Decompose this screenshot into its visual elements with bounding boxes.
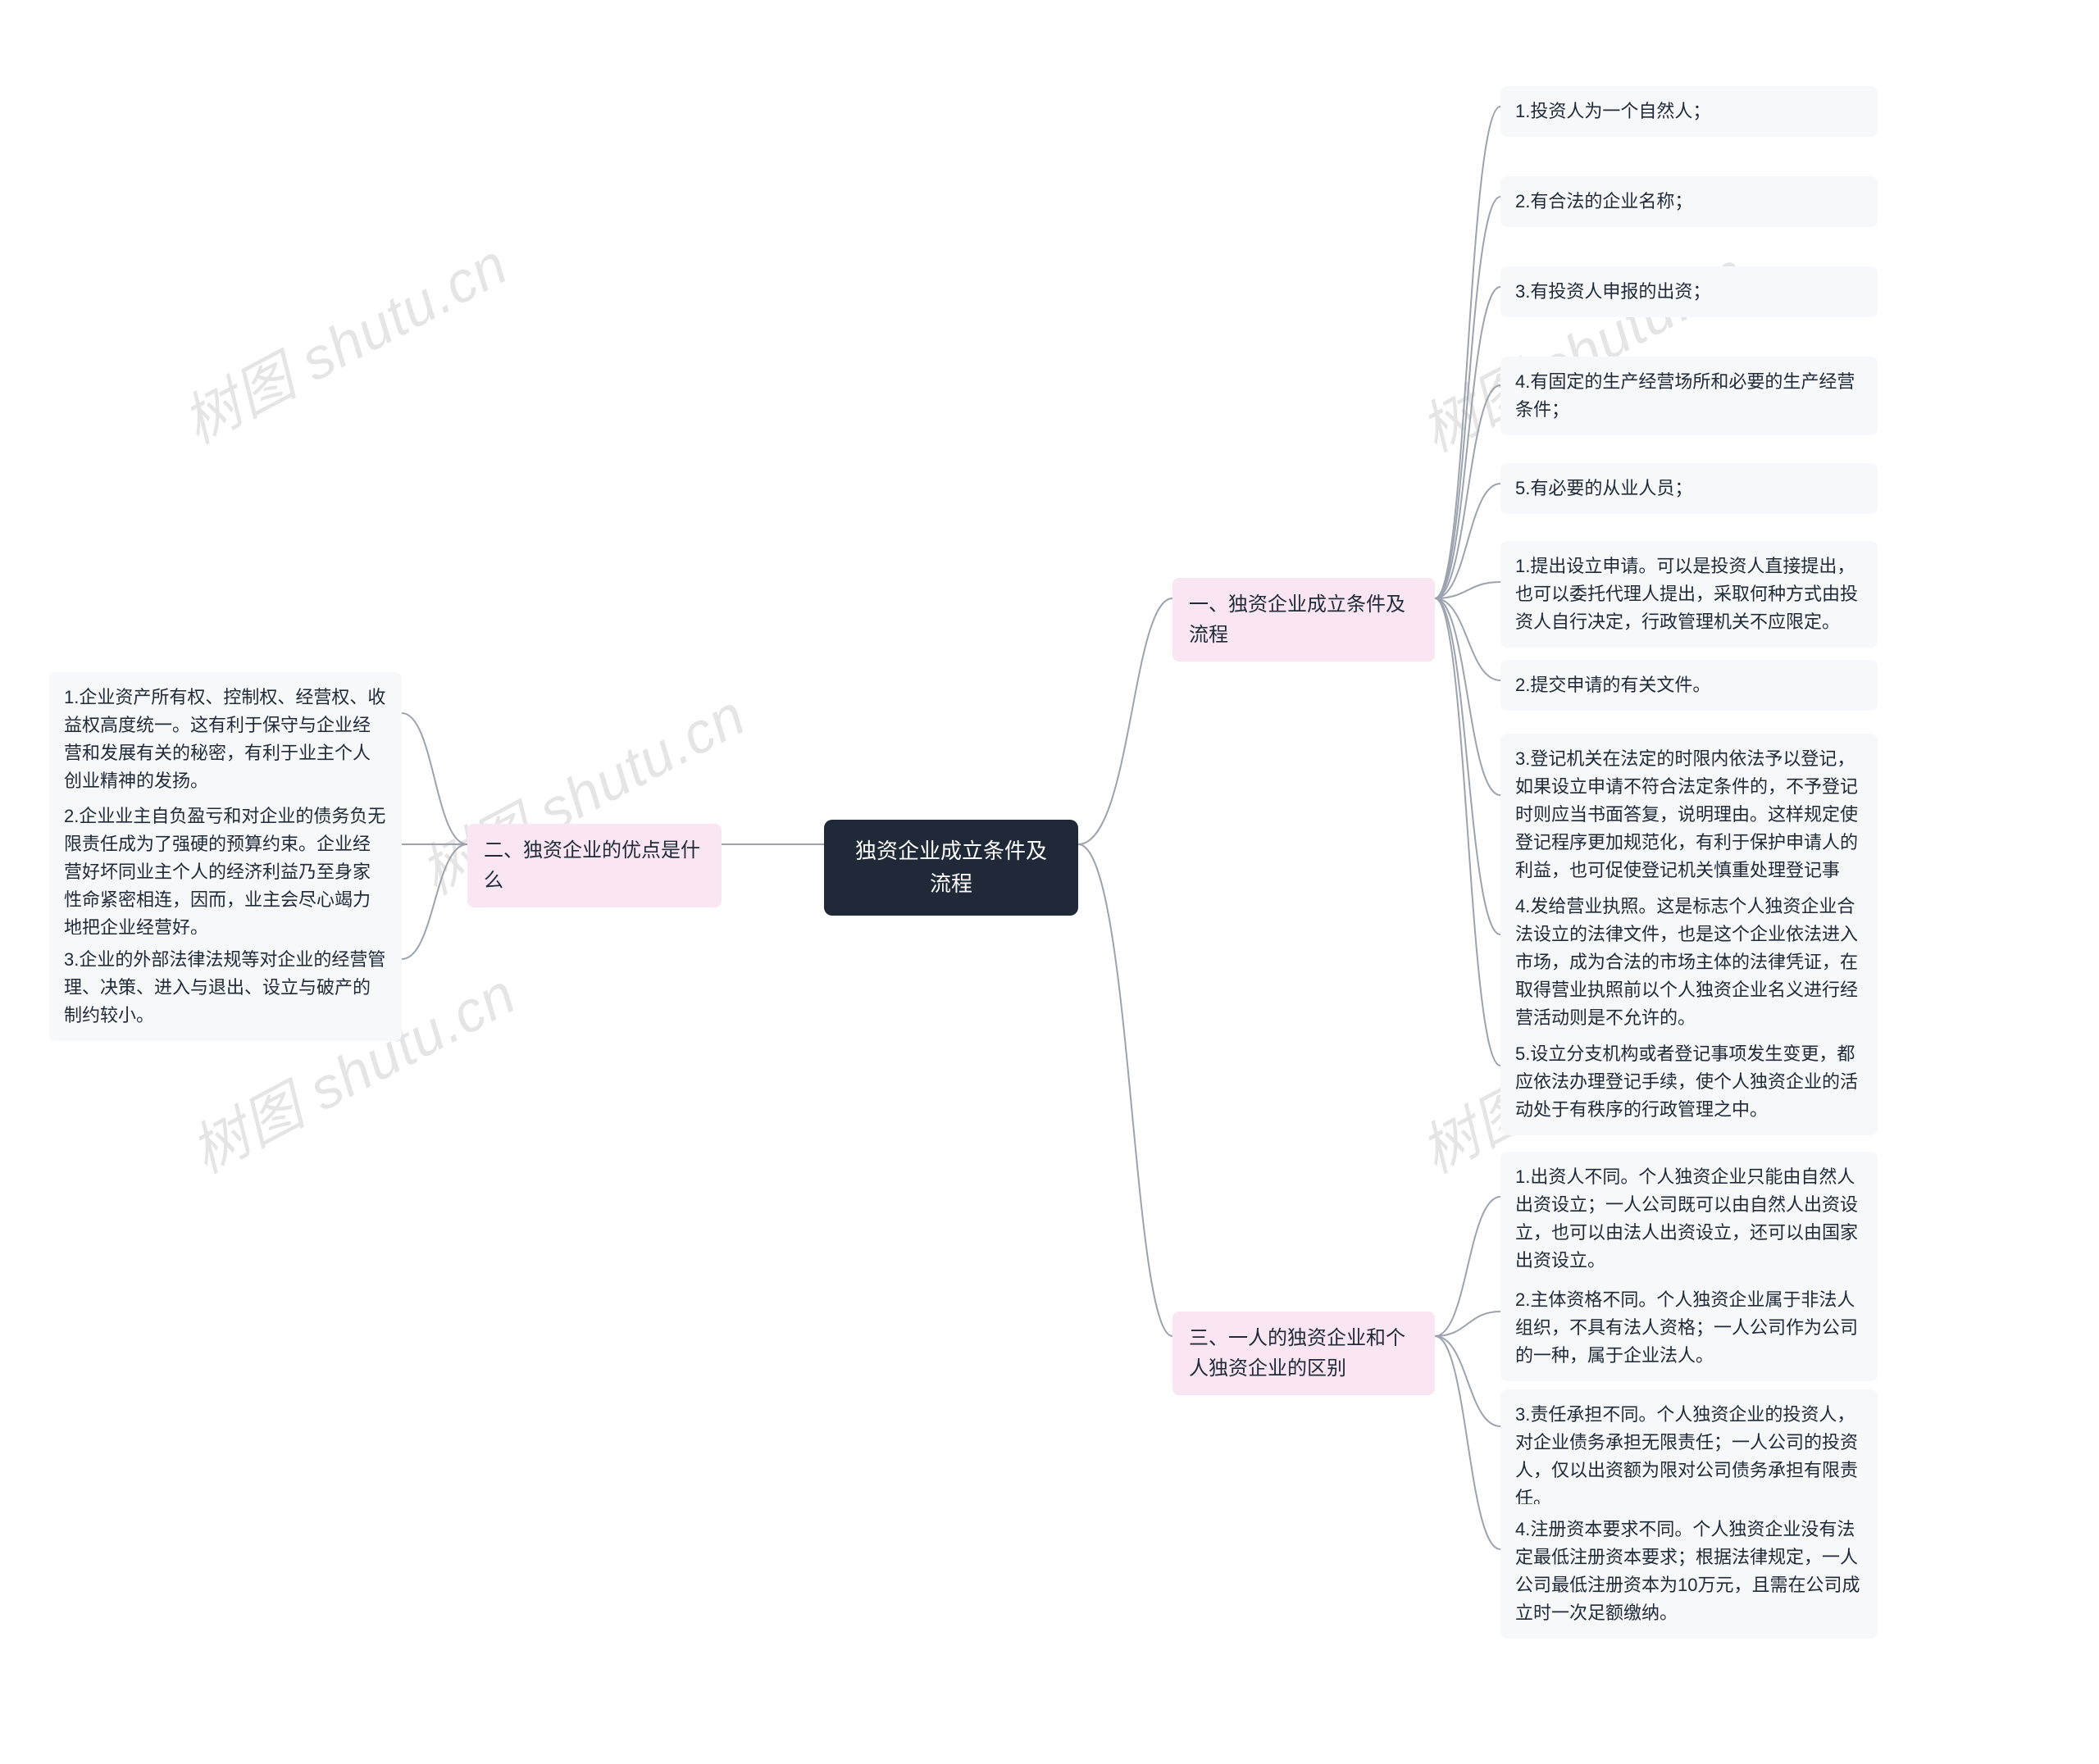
root-title: 独资企业成立条件及流程 xyxy=(855,839,1047,896)
leaf-text: 3.责任承担不同。个人独资企业的投资人，对企业债务承担无限责任；一人公司的投资人… xyxy=(1515,1404,1858,1508)
leaf-b1-4[interactable]: 4.有固定的生产经营场所和必要的生产经营条件； xyxy=(1500,357,1878,435)
leaf-text: 4.注册资本要求不同。个人独资企业没有法定最低注册资本要求；根据法律规定，一人公… xyxy=(1515,1519,1860,1623)
leaf-text: 1.企业资产所有权、控制权、经营权、收益权高度统一。这有利于保守与企业经营和发展… xyxy=(64,687,385,791)
leaf-text: 5.设立分支机构或者登记事项发生变更，都应依法办理登记手续，使个人独资企业的活动… xyxy=(1515,1043,1858,1120)
leaf-text: 2.主体资格不同。个人独资企业属于非法人组织，不具有法人资格；一人公司作为公司的… xyxy=(1515,1289,1858,1366)
leaf-text: 1.投资人为一个自然人； xyxy=(1515,101,1710,121)
leaf-b3-4[interactable]: 4.注册资本要求不同。个人独资企业没有法定最低注册资本要求；根据法律规定，一人公… xyxy=(1500,1504,1878,1639)
leaf-b3-2[interactable]: 2.主体资格不同。个人独资企业属于非法人组织，不具有法人资格；一人公司作为公司的… xyxy=(1500,1275,1878,1381)
branch-2[interactable]: 二、独资企业的优点是什么 xyxy=(467,824,722,907)
branch-1-label: 一、独资企业成立条件及流程 xyxy=(1189,593,1405,646)
leaf-text: 3.有投资人申报的出资； xyxy=(1515,281,1710,302)
leaf-text: 5.有必要的从业人员； xyxy=(1515,478,1692,498)
leaf-b1-2[interactable]: 2.有合法的企业名称； xyxy=(1500,176,1878,227)
leaf-b3-1[interactable]: 1.出资人不同。个人独资企业只能由自然人出资设立；一人公司既可以由自然人出资设立… xyxy=(1500,1152,1878,1286)
leaf-b1-3[interactable]: 3.有投资人申报的出资； xyxy=(1500,266,1878,317)
leaf-b1-10[interactable]: 5.设立分支机构或者登记事项发生变更，都应依法办理登记手续，使个人独资企业的活动… xyxy=(1500,1029,1878,1135)
watermark: 树图 shutu.cn xyxy=(166,220,521,460)
branch-3[interactable]: 三、一人的独资企业和个人独资企业的区别 xyxy=(1172,1312,1435,1395)
leaf-b1-5[interactable]: 5.有必要的从业人员； xyxy=(1500,463,1878,514)
leaf-b1-6[interactable]: 1.提出设立申请。可以是投资人直接提出，也可以委托代理人提出，采取何种方式由投资… xyxy=(1500,541,1878,648)
leaf-text: 2.有合法的企业名称； xyxy=(1515,191,1692,211)
leaf-text: 4.有固定的生产经营场所和必要的生产经营条件； xyxy=(1515,371,1855,420)
leaf-text: 4.发给营业执照。这是标志个人独资企业合法设立的法律文件，也是这个企业依法进入市… xyxy=(1515,896,1858,1028)
branch-2-label: 二、独资企业的优点是什么 xyxy=(484,839,700,892)
root-node[interactable]: 独资企业成立条件及流程 xyxy=(824,820,1078,916)
leaf-text: 1.提出设立申请。可以是投资人直接提出，也可以委托代理人提出，采取何种方式由投资… xyxy=(1515,556,1858,632)
leaf-b1-9[interactable]: 4.发给营业执照。这是标志个人独资企业合法设立的法律文件，也是这个企业依法进入市… xyxy=(1500,881,1878,1043)
leaf-text: 2.提交申请的有关文件。 xyxy=(1515,675,1710,695)
branch-3-label: 三、一人的独资企业和个人独资企业的区别 xyxy=(1189,1327,1405,1380)
leaf-text: 1.出资人不同。个人独资企业只能由自然人出资设立；一人公司既可以由自然人出资设立… xyxy=(1515,1166,1858,1271)
leaf-b2-3[interactable]: 3.企业的外部法律法规等对企业的经营管理、决策、进入与退出、设立与破产的制约较小… xyxy=(49,934,402,1041)
leaf-b2-2[interactable]: 2.企业业主自负盈亏和对企业的债务负无限责任成为了强硬的预算约束。企业经营好坏同… xyxy=(49,791,402,953)
leaf-b1-1[interactable]: 1.投资人为一个自然人； xyxy=(1500,86,1878,137)
branch-1[interactable]: 一、独资企业成立条件及流程 xyxy=(1172,578,1435,662)
leaf-text: 3.企业的外部法律法规等对企业的经营管理、决策、进入与退出、设立与破产的制约较小… xyxy=(64,949,385,1025)
leaf-b1-7[interactable]: 2.提交申请的有关文件。 xyxy=(1500,660,1878,711)
leaf-text: 2.企业业主自负盈亏和对企业的债务负无限责任成为了强硬的预算约束。企业经营好坏同… xyxy=(64,806,385,938)
leaf-b2-1[interactable]: 1.企业资产所有权、控制权、经营权、收益权高度统一。这有利于保守与企业经营和发展… xyxy=(49,672,402,807)
